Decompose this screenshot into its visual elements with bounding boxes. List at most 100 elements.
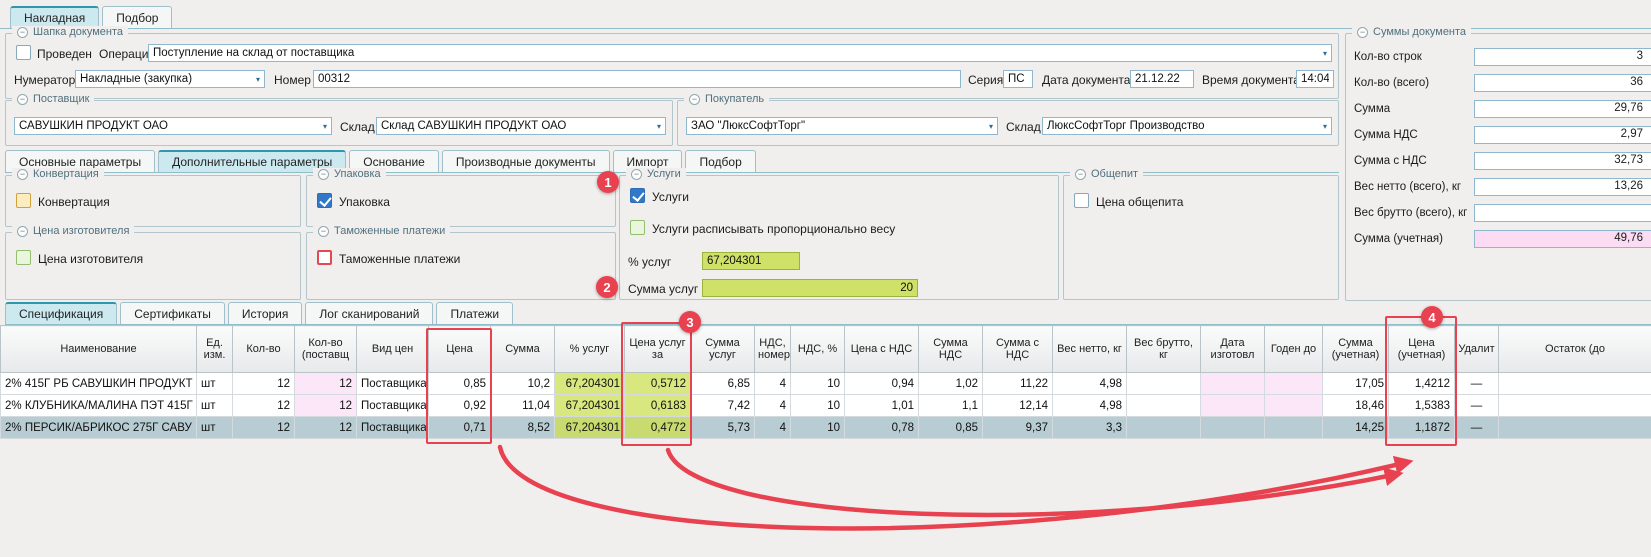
tab-selection[interactable]: Подбор: [102, 6, 172, 28]
cell-r0-c9[interactable]: 6,85: [691, 373, 755, 395]
tab-invoice[interactable]: Накладная: [10, 6, 99, 28]
cell-r1-c10[interactable]: 4: [755, 395, 791, 417]
collapse-icon[interactable]: [318, 169, 329, 180]
cell-r2-c8[interactable]: 0,4772: [625, 417, 691, 439]
cell-r2-c0[interactable]: 2% ПЕРСИК/АБРИКОС 275Г САВУ: [1, 417, 197, 439]
cell-r0-c5[interactable]: 0,85: [429, 373, 491, 395]
cell-r0-c16[interactable]: [1127, 373, 1201, 395]
cell-r0-c15[interactable]: 4,98: [1053, 373, 1127, 395]
packaging-checkbox[interactable]: [317, 193, 332, 208]
dropdown-icon[interactable]: [323, 122, 327, 131]
cell-r0-c20[interactable]: 1,4212: [1389, 373, 1455, 395]
proveden-checkbox[interactable]: [16, 45, 31, 60]
cell-r0-c1[interactable]: шт: [197, 373, 233, 395]
cell-r1-c19[interactable]: 18,46: [1323, 395, 1389, 417]
column-header-20[interactable]: Цена (учетная): [1389, 326, 1455, 373]
cell-r2-c22[interactable]: [1499, 417, 1651, 439]
column-header-13[interactable]: Сумма НДС: [919, 326, 983, 373]
cell-r0-c14[interactable]: 11,22: [983, 373, 1053, 395]
cell-r1-c2[interactable]: 12: [233, 395, 295, 417]
cell-r1-c22[interactable]: [1499, 395, 1651, 417]
cell-r0-c0[interactable]: 2% 415Г РБ САВУШКИН ПРОДУКТ: [1, 373, 197, 395]
column-header-21[interactable]: Удалит: [1455, 326, 1499, 373]
totals-value-1[interactable]: 36: [1474, 74, 1651, 92]
column-header-8[interactable]: Цена услуг за: [625, 326, 691, 373]
column-header-1[interactable]: Ед. изм.: [197, 326, 233, 373]
totals-value-4[interactable]: 32,73: [1474, 152, 1651, 170]
cell-r0-c8[interactable]: 0,5712: [625, 373, 691, 395]
column-header-5[interactable]: Цена: [429, 326, 491, 373]
cell-r0-c3[interactable]: 12: [295, 373, 357, 395]
cell-r0-c21[interactable]: —: [1455, 373, 1499, 395]
series-input[interactable]: ПС: [1003, 70, 1033, 88]
cell-r2-c1[interactable]: шт: [197, 417, 233, 439]
table-row[interactable]: 2% 415Г РБ САВУШКИН ПРОДУКТшт1212Поставщ…: [1, 373, 1651, 395]
cell-r0-c17[interactable]: [1201, 373, 1265, 395]
column-header-16[interactable]: Вес брутто, кг: [1127, 326, 1201, 373]
collapse-icon[interactable]: [17, 226, 28, 237]
totals-value-6[interactable]: [1474, 204, 1651, 222]
collapse-icon[interactable]: [1075, 169, 1086, 180]
column-header-6[interactable]: Сумма: [491, 326, 555, 373]
collapse-icon[interactable]: [318, 226, 329, 237]
cell-r1-c5[interactable]: 0,92: [429, 395, 491, 417]
cell-r1-c1[interactable]: шт: [197, 395, 233, 417]
cell-r1-c20[interactable]: 1,5383: [1389, 395, 1455, 417]
column-header-2[interactable]: Кол-во: [233, 326, 295, 373]
cell-r0-c19[interactable]: 17,05: [1323, 373, 1389, 395]
cell-r1-c11[interactable]: 10: [791, 395, 845, 417]
manufacturer-price-checkbox[interactable]: [16, 250, 31, 265]
column-header-15[interactable]: Вес нетто, кг: [1053, 326, 1127, 373]
customs-checkbox[interactable]: [317, 250, 332, 265]
cell-r0-c7[interactable]: 67,204301: [555, 373, 625, 395]
cell-r0-c10[interactable]: 4: [755, 373, 791, 395]
buyer-input[interactable]: ЗАО "ЛюксСофтТорг": [686, 117, 998, 135]
column-header-0[interactable]: Наименование: [1, 326, 197, 373]
cell-r1-c15[interactable]: 4,98: [1053, 395, 1127, 417]
cell-r1-c6[interactable]: 11,04: [491, 395, 555, 417]
cell-r0-c12[interactable]: 0,94: [845, 373, 919, 395]
cell-r2-c20[interactable]: 1,1872: [1389, 417, 1455, 439]
services-proportional-checkbox[interactable]: [630, 220, 645, 235]
doc-time-input[interactable]: 14:04: [1296, 70, 1334, 88]
cell-r2-c9[interactable]: 5,73: [691, 417, 755, 439]
totals-value-5[interactable]: 13,26: [1474, 178, 1651, 196]
column-header-18[interactable]: Годен до: [1265, 326, 1323, 373]
cell-r2-c11[interactable]: 10: [791, 417, 845, 439]
cell-r2-c10[interactable]: 4: [755, 417, 791, 439]
column-header-19[interactable]: Сумма (учетная): [1323, 326, 1389, 373]
cell-r2-c5[interactable]: 0,71: [429, 417, 491, 439]
totals-value-2[interactable]: 29,76: [1474, 100, 1651, 118]
cell-r0-c2[interactable]: 12: [233, 373, 295, 395]
tab-certificates[interactable]: Сертификаты: [120, 302, 225, 324]
cell-r2-c12[interactable]: 0,78: [845, 417, 919, 439]
cell-r2-c17[interactable]: [1201, 417, 1265, 439]
dropdown-icon[interactable]: [989, 122, 993, 131]
catering-checkbox[interactable]: [1074, 193, 1089, 208]
services-percent-input[interactable]: 67,204301: [702, 252, 800, 270]
dropdown-icon[interactable]: [256, 75, 260, 84]
cell-r1-c0[interactable]: 2% КЛУБНИКА/МАЛИНА ПЭТ 415Г: [1, 395, 197, 417]
cell-r2-c16[interactable]: [1127, 417, 1201, 439]
cell-r1-c3[interactable]: 12: [295, 395, 357, 417]
cell-r2-c21[interactable]: —: [1455, 417, 1499, 439]
services-checkbox[interactable]: [630, 188, 645, 203]
column-header-22[interactable]: Остаток (до: [1499, 326, 1651, 373]
tab-derived-documents[interactable]: Производные документы: [442, 150, 610, 172]
cell-r2-c18[interactable]: [1265, 417, 1323, 439]
cell-r2-c7[interactable]: 67,204301: [555, 417, 625, 439]
conversion-checkbox[interactable]: [16, 193, 31, 208]
cell-r1-c9[interactable]: 7,42: [691, 395, 755, 417]
cell-r1-c8[interactable]: 0,6183: [625, 395, 691, 417]
collapse-icon[interactable]: [17, 94, 28, 105]
tab-history[interactable]: История: [228, 302, 303, 324]
doc-date-input[interactable]: 21.12.22: [1130, 70, 1194, 88]
collapse-icon[interactable]: [17, 169, 28, 180]
buyer-warehouse-input[interactable]: ЛюксСофтТорг Производство: [1042, 117, 1332, 135]
dropdown-icon[interactable]: [1323, 122, 1327, 131]
cell-r0-c6[interactable]: 10,2: [491, 373, 555, 395]
cell-r1-c17[interactable]: [1201, 395, 1265, 417]
cell-r1-c4[interactable]: Поставщика: [357, 395, 429, 417]
column-header-3[interactable]: Кол-во (поставщ: [295, 326, 357, 373]
dropdown-icon[interactable]: [657, 122, 661, 131]
